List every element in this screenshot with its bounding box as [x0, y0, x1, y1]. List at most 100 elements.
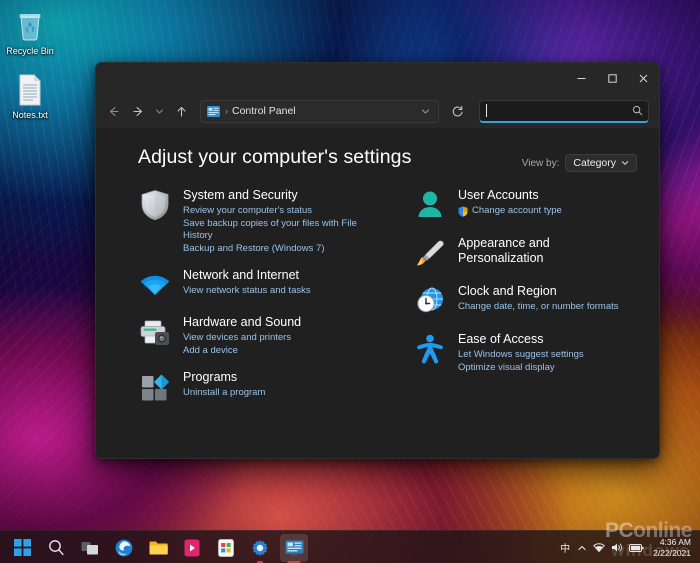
wifi-icon [138, 268, 172, 302]
view-by-value: Category [573, 157, 616, 169]
store-button[interactable] [212, 534, 240, 562]
search-box[interactable] [479, 100, 649, 123]
chevron-down-icon [621, 159, 629, 167]
file-explorer-button[interactable] [144, 534, 172, 562]
search-button[interactable] [42, 534, 70, 562]
category-programs[interactable]: Programs Uninstall a program [138, 370, 375, 404]
printer-icon [138, 315, 172, 349]
category-texts: Clock and Region Change date, time, or n… [458, 284, 619, 318]
search-icon[interactable] [632, 105, 643, 116]
category-link[interactable]: Optimize visual display [458, 362, 584, 375]
control-panel-button[interactable] [280, 534, 308, 562]
media-player-icon [184, 539, 200, 557]
edge-icon [115, 539, 133, 557]
clock-date: 2/22/2021 [653, 548, 691, 559]
window-toolbar[interactable]: › Control Panel [96, 94, 659, 128]
breadcrumb-separator: › [225, 106, 228, 116]
media-player-button[interactable] [178, 534, 206, 562]
category-clock-and-region[interactable]: Clock and Region Change date, time, or n… [413, 284, 637, 318]
text-file-icon [0, 72, 60, 108]
recent-locations-button[interactable] [152, 100, 167, 122]
minimize-button[interactable] [566, 63, 597, 94]
close-button[interactable] [628, 63, 659, 94]
control-panel-icon [285, 540, 304, 556]
category-appearance-and-personalization[interactable]: Appearance and Personalization [413, 236, 637, 270]
category-link[interactable]: Change date, time, or number formats [458, 301, 619, 314]
system-tray[interactable]: 中 4:36 AM [560, 531, 696, 563]
desktop-icon-recycle-bin[interactable]: Recycle Bin [0, 8, 60, 57]
control-panel-body: Adjust your computer's settings View by:… [96, 128, 659, 458]
category-link[interactable]: Backup and Restore (Windows 7) [183, 243, 375, 256]
task-view-button[interactable] [76, 534, 104, 562]
category-link[interactable]: View network status and tasks [183, 285, 311, 298]
category-title[interactable]: System and Security [183, 188, 375, 203]
category-user-accounts[interactable]: User Accounts Change account type [413, 188, 637, 222]
view-by-select[interactable]: Category [565, 154, 637, 172]
user-icon [413, 188, 447, 222]
category-title[interactable]: Ease of Access [458, 332, 584, 347]
category-link[interactable]: Uninstall a program [183, 387, 265, 400]
back-button[interactable] [102, 100, 124, 122]
category-texts: Network and Internet View network status… [183, 268, 311, 302]
forward-button[interactable] [127, 100, 149, 122]
volume-icon[interactable] [611, 542, 623, 553]
category-link[interactable]: Add a device [183, 345, 301, 358]
up-button[interactable] [170, 100, 192, 122]
category-link[interactable]: View devices and printers [183, 332, 301, 345]
categories-grid: System and Security Review your computer… [138, 188, 637, 417]
category-title[interactable]: Network and Internet [183, 268, 311, 283]
network-icon[interactable] [593, 542, 605, 553]
category-title[interactable]: Hardware and Sound [183, 315, 301, 330]
desktop[interactable]: Recycle Bin Notes.txt [0, 0, 700, 563]
search-icon [48, 539, 65, 556]
category-link[interactable]: Save backup copies of your files with Fi… [183, 218, 375, 243]
category-ease-of-access[interactable]: Ease of Access Let Windows suggest setti… [413, 332, 637, 374]
clock[interactable]: 4:36 AM 2/22/2021 [651, 537, 691, 559]
accessibility-icon [413, 332, 447, 366]
category-texts: Appearance and Personalization [458, 236, 637, 270]
category-link[interactable]: Change account type [458, 205, 562, 218]
category-link[interactable]: Let Windows suggest settings [458, 349, 584, 362]
tray-icons[interactable] [577, 542, 644, 553]
category-texts: System and Security Review your computer… [183, 188, 375, 255]
category-title[interactable]: Appearance and Personalization [458, 236, 637, 266]
clock-time: 4:36 AM [660, 537, 691, 548]
category-texts: User Accounts Change account type [458, 188, 562, 222]
edge-button[interactable] [110, 534, 138, 562]
taskbar[interactable]: 中 4:36 AM [0, 530, 700, 563]
chevron-up-icon[interactable] [577, 543, 587, 553]
text-caret [486, 104, 487, 117]
window-titlebar[interactable] [96, 63, 659, 94]
desktop-icon-notes-txt[interactable]: Notes.txt [0, 72, 60, 121]
category-title[interactable]: Programs [183, 370, 265, 385]
folder-icon [149, 540, 168, 556]
gear-icon [251, 539, 269, 557]
category-network-and-internet[interactable]: Network and Internet View network status… [138, 268, 375, 302]
windows-logo-icon [14, 539, 31, 556]
ime-indicator[interactable]: 中 [560, 540, 570, 555]
store-icon [218, 539, 234, 557]
category-hardware-and-sound[interactable]: Hardware and Sound View devices and prin… [138, 315, 375, 357]
category-title[interactable]: User Accounts [458, 188, 562, 203]
breadcrumb-current[interactable]: Control Panel [232, 105, 296, 117]
start-button[interactable] [8, 534, 36, 562]
heading-row: Adjust your computer's settings View by:… [138, 146, 637, 172]
chevron-down-icon[interactable] [416, 107, 435, 116]
uac-shield-icon [458, 206, 468, 217]
category-texts: Programs Uninstall a program [183, 370, 265, 404]
clock-globe-icon [413, 284, 447, 318]
settings-button[interactable] [246, 534, 274, 562]
category-link[interactable]: Review your computer's status [183, 205, 375, 218]
category-system-and-security[interactable]: System and Security Review your computer… [138, 188, 375, 255]
category-link-text: Change account type [472, 205, 562, 218]
recycle-bin-icon [0, 8, 60, 44]
view-by-control[interactable]: View by: Category [522, 154, 637, 172]
battery-icon[interactable] [629, 543, 644, 553]
refresh-button[interactable] [445, 100, 469, 123]
address-bar[interactable]: › Control Panel [200, 100, 439, 123]
category-texts: Ease of Access Let Windows suggest setti… [458, 332, 584, 374]
shield-icon [138, 188, 172, 222]
control-panel-window[interactable]: › Control Panel [95, 62, 660, 459]
category-title[interactable]: Clock and Region [458, 284, 619, 299]
maximize-button[interactable] [597, 63, 628, 94]
